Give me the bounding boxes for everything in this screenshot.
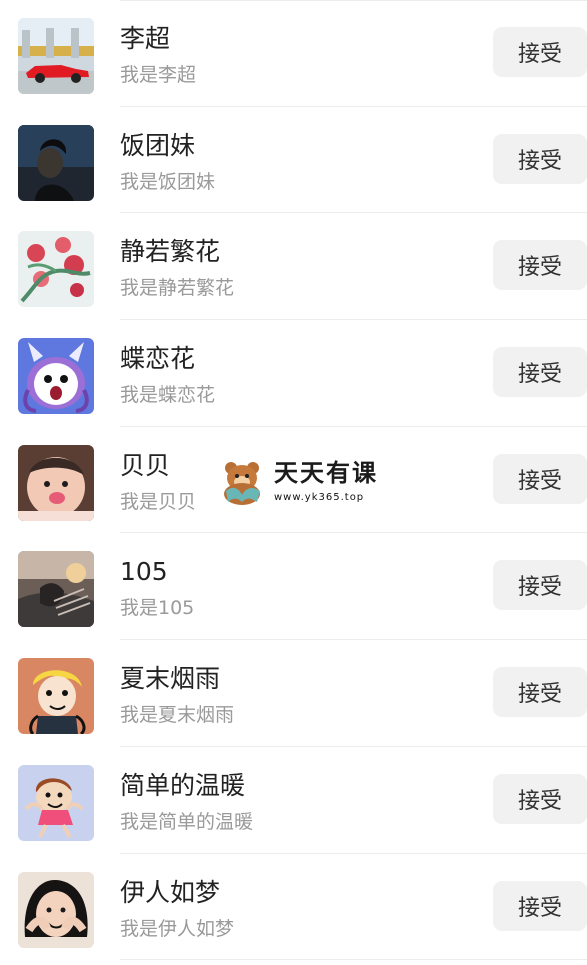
avatar-dielianhua[interactable] bbox=[18, 338, 94, 415]
watermark-url: www.yk365.top bbox=[274, 492, 365, 503]
accept-button[interactable]: 接受 bbox=[493, 27, 587, 77]
request-row-xiamoyanyu[interactable]: 夏末烟雨 我是夏末烟雨 接受 bbox=[0, 640, 587, 747]
request-message: 我是饭团妹 bbox=[120, 170, 216, 193]
requester-name: 伊人如梦 bbox=[120, 877, 221, 907]
avatar-105[interactable] bbox=[18, 551, 94, 628]
request-row-fantuanmei[interactable]: 饭团妹 我是饭团妹 接受 bbox=[0, 107, 587, 214]
request-message: 我是伊人如梦 bbox=[120, 917, 235, 940]
request-message: 我是蝶恋花 bbox=[120, 384, 216, 407]
requester-name: 简单的温暖 bbox=[120, 770, 246, 800]
request-row-lichao[interactable]: 李超 我是李超 接受 bbox=[0, 0, 587, 107]
accept-button[interactable]: 接受 bbox=[493, 560, 587, 611]
bear-reading-icon bbox=[224, 462, 260, 505]
accept-button[interactable]: 接受 bbox=[493, 133, 587, 184]
requester-name: 105 bbox=[120, 557, 168, 587]
accept-button[interactable]: 接受 bbox=[493, 773, 587, 824]
accept-button[interactable]: 接受 bbox=[493, 347, 587, 398]
request-message: 我是静若繁花 bbox=[120, 277, 235, 300]
request-message: 我是105 bbox=[120, 597, 195, 620]
watermark: 天天有课 www.yk365.top bbox=[218, 456, 393, 508]
avatar-jiandandewennuan[interactable] bbox=[18, 764, 94, 841]
request-message: 我是李超 bbox=[120, 64, 197, 86]
avatar-lichao[interactable] bbox=[18, 18, 94, 94]
request-row-yirenrumeng[interactable]: 伊人如梦 我是伊人如梦 接受 bbox=[0, 854, 587, 961]
request-message: 我是夏末烟雨 bbox=[120, 704, 235, 727]
request-message: 我是贝贝 bbox=[120, 490, 197, 513]
avatar-beibei[interactable] bbox=[18, 444, 94, 521]
accept-button[interactable]: 接受 bbox=[493, 667, 587, 718]
avatar-jingruofanhua[interactable] bbox=[18, 231, 94, 308]
requester-name: 静若繁花 bbox=[120, 237, 221, 267]
avatar-fantuanmei[interactable] bbox=[18, 124, 94, 201]
accept-button[interactable]: 接受 bbox=[493, 453, 587, 504]
request-row-dielianhua[interactable]: 蝶恋花 我是蝶恋花 接受 bbox=[0, 320, 587, 427]
requester-name: 贝贝 bbox=[120, 450, 171, 480]
avatar-xiamoyanyu[interactable] bbox=[18, 658, 94, 735]
requester-name: 夏末烟雨 bbox=[120, 664, 221, 694]
requester-name: 蝶恋花 bbox=[120, 344, 196, 374]
requester-name: 饭团妹 bbox=[120, 130, 196, 160]
request-row-jingruofanhua[interactable]: 静若繁花 我是静若繁花 接受 bbox=[0, 213, 587, 321]
avatar-yirenrumeng[interactable] bbox=[18, 871, 94, 948]
request-message: 我是简单的温暖 bbox=[120, 810, 254, 833]
accept-button[interactable]: 接受 bbox=[493, 240, 587, 291]
request-row-105[interactable]: 105 我是105 接受 bbox=[0, 533, 587, 641]
requester-name: 李超 bbox=[120, 24, 171, 53]
accept-button[interactable]: 接受 bbox=[493, 880, 587, 931]
row-divider bbox=[120, 959, 587, 961]
request-row-jiandandewennuan[interactable]: 简单的温暖 我是简单的温暖 接受 bbox=[0, 747, 587, 854]
watermark-brand: 天天有课 bbox=[274, 459, 378, 487]
